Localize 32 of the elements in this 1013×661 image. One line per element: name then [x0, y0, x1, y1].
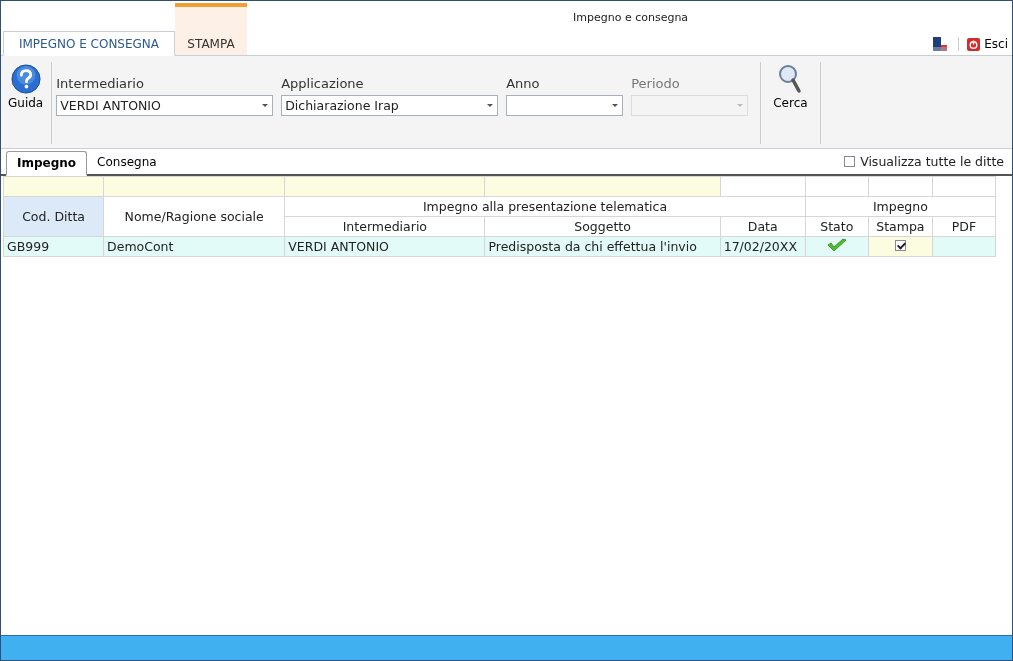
- column-header[interactable]: PDF: [932, 216, 996, 237]
- column-group-header: Impegno: [805, 196, 996, 217]
- flag-icon[interactable]: [932, 36, 949, 52]
- dropdown-field[interactable]: Dichiarazione Irap: [281, 95, 499, 116]
- window-title: Impegno e consegna: [573, 11, 689, 24]
- column-header[interactable]: Nome/Ragione sociale: [103, 196, 285, 237]
- column-header[interactable]: Stampa: [868, 216, 933, 237]
- column-header[interactable]: Intermediario: [284, 216, 485, 237]
- column-header[interactable]: Stato: [805, 216, 869, 237]
- show-all-checkbox[interactable]: Visualizza tutte le ditte: [844, 154, 1004, 169]
- ribbon-tab[interactable]: STAMPA: [175, 3, 247, 55]
- column-header[interactable]: Soggetto: [484, 216, 721, 237]
- field-label: Periodo: [631, 76, 681, 91]
- tab[interactable]: Impegno: [6, 151, 88, 176]
- help-button[interactable]: Guida: [4, 62, 48, 112]
- print-checkbox[interactable]: [894, 240, 906, 251]
- search-icon: [778, 64, 803, 94]
- ribbon-tab[interactable]: IMPEGNO E CONSEGNA: [3, 31, 175, 56]
- search-button[interactable]: Cerca: [769, 62, 812, 112]
- exit-button[interactable]: Esci: [958, 37, 1012, 51]
- field-label: Applicazione: [281, 76, 365, 91]
- table-cell: GB999: [3, 236, 104, 257]
- help-icon: [9, 64, 42, 94]
- column-group-header: Impegno alla presentazione telematica: [284, 196, 806, 217]
- column-header[interactable]: Cod. Ditta: [3, 196, 104, 237]
- tab[interactable]: Consegna: [87, 151, 167, 173]
- power-icon: [967, 37, 981, 51]
- column-header[interactable]: Data: [720, 216, 806, 237]
- dropdown-field[interactable]: [506, 95, 624, 116]
- dropdown-field[interactable]: VERDI ANTONIO: [56, 95, 274, 116]
- field-label: Intermediario: [56, 76, 145, 91]
- field-label: Anno: [506, 76, 541, 91]
